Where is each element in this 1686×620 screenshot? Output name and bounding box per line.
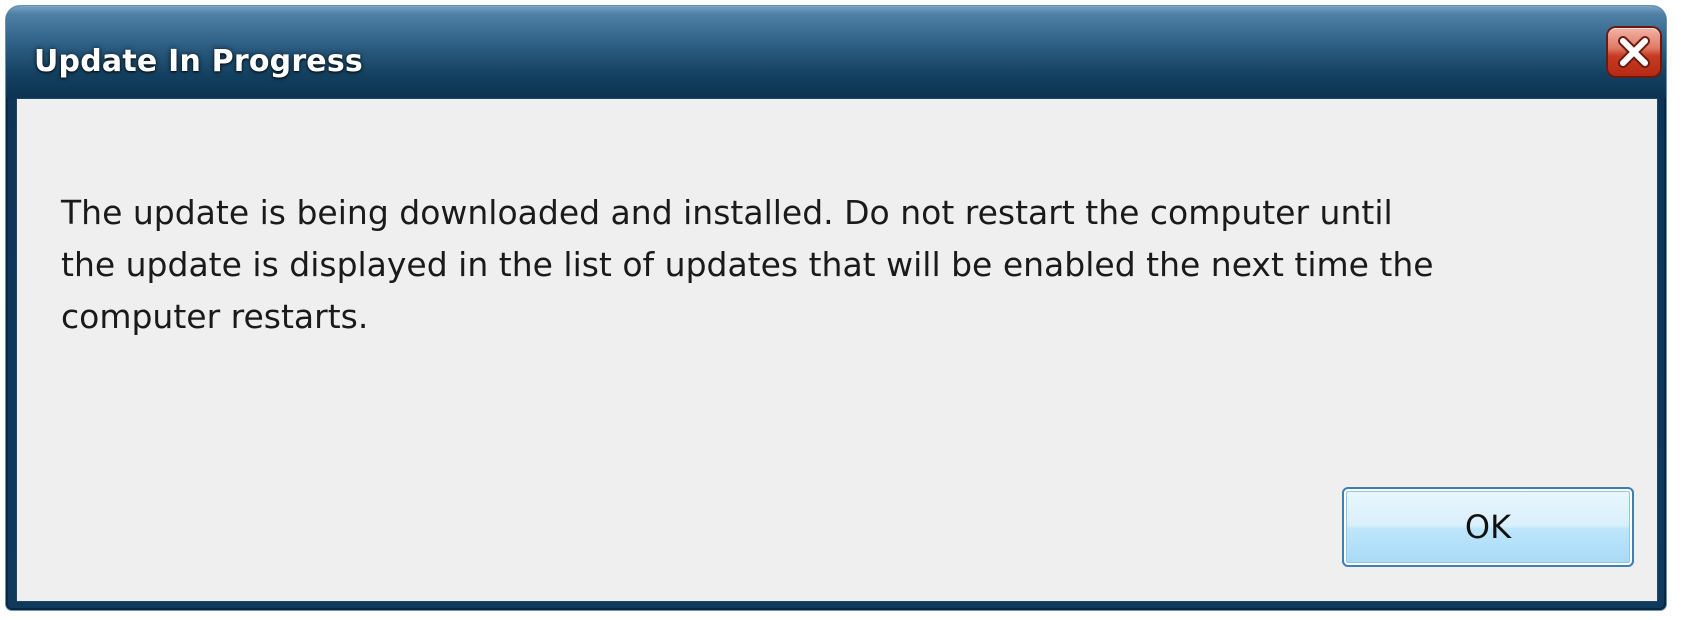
update-dialog: Update In Progress The update is being d… <box>6 6 1666 610</box>
title-bar[interactable]: Update In Progress <box>6 6 1666 98</box>
window-title: Update In Progress <box>34 44 363 79</box>
ok-button[interactable]: OK <box>1342 487 1634 567</box>
close-x-icon <box>1618 36 1650 68</box>
close-button[interactable] <box>1608 28 1660 76</box>
update-message: The update is being downloaded and insta… <box>61 193 1434 336</box>
dialog-content: The update is being downloaded and insta… <box>16 98 1658 602</box>
